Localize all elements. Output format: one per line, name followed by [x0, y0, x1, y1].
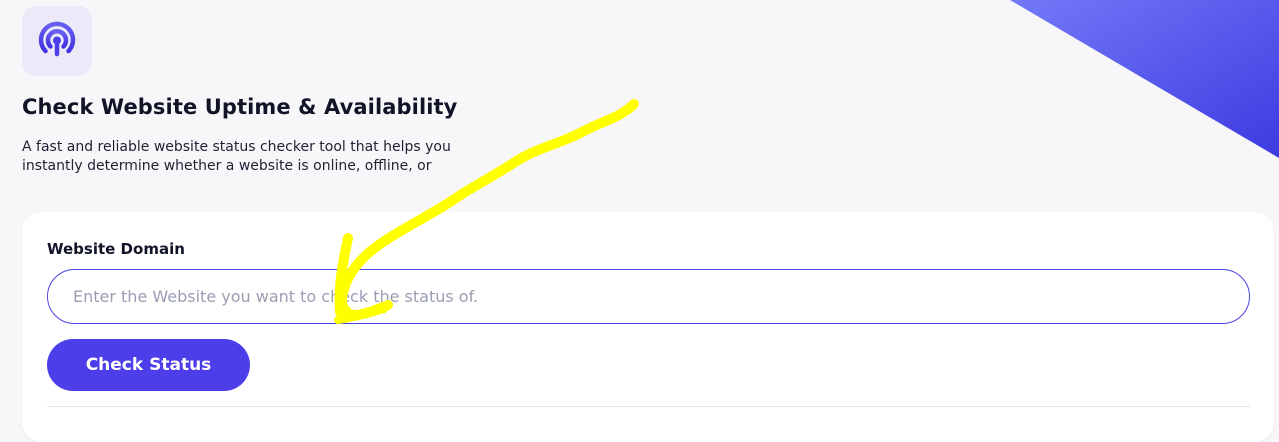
page-description: A fast and reliable website status check…	[22, 139, 451, 174]
page-title: Check Website Uptime & Availability	[22, 95, 458, 119]
checker-card: Website Domain Check Status	[22, 212, 1274, 442]
broadcast-signal-icon	[38, 21, 76, 57]
website-domain-label: Website Domain	[47, 240, 185, 258]
check-status-button[interactable]: Check Status	[47, 339, 250, 391]
app-logo	[22, 6, 92, 76]
decorative-corner-shape	[1010, 0, 1279, 158]
website-domain-input[interactable]	[47, 269, 1250, 324]
card-divider	[47, 406, 1250, 407]
